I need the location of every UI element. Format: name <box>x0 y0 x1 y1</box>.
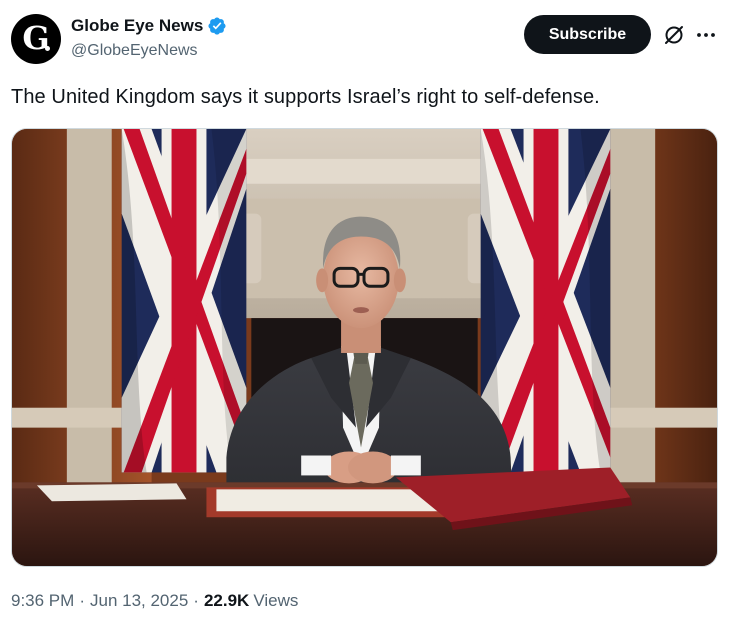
avatar-dot <box>45 46 50 51</box>
author-display-name[interactable]: Globe Eye News <box>71 16 203 36</box>
verified-badge-icon <box>208 17 226 35</box>
separator: · <box>79 591 85 610</box>
tweet-date: Jun 13, 2025 <box>89 591 189 610</box>
tweet-meta: 9:36 PM · Jun 13, 2025 · 22.9K Views <box>11 591 298 611</box>
tweet-card: G Globe Eye News @GlobeEyeNews Subscribe… <box>0 0 745 618</box>
tweet-text: The United Kingdom says it supports Isra… <box>11 86 600 108</box>
tweet-time-link[interactable]: 9:36 PM · Jun 13, 2025 <box>11 591 188 611</box>
grok-icon[interactable] <box>662 23 686 47</box>
views-label: Views <box>253 591 299 610</box>
photo-illustration <box>12 129 717 566</box>
author-handle[interactable]: @GlobeEyeNews <box>71 42 198 60</box>
tweet-time: 9:36 PM <box>11 591 75 610</box>
separator: · <box>193 591 199 610</box>
more-dots-icon[interactable] <box>694 23 718 47</box>
tweet-photo[interactable] <box>11 128 718 567</box>
avatar[interactable]: G <box>11 14 61 64</box>
subscribe-button[interactable]: Subscribe <box>524 15 651 54</box>
views-count: 22.9K <box>203 591 250 610</box>
author-name-row: Globe Eye News <box>71 15 227 37</box>
